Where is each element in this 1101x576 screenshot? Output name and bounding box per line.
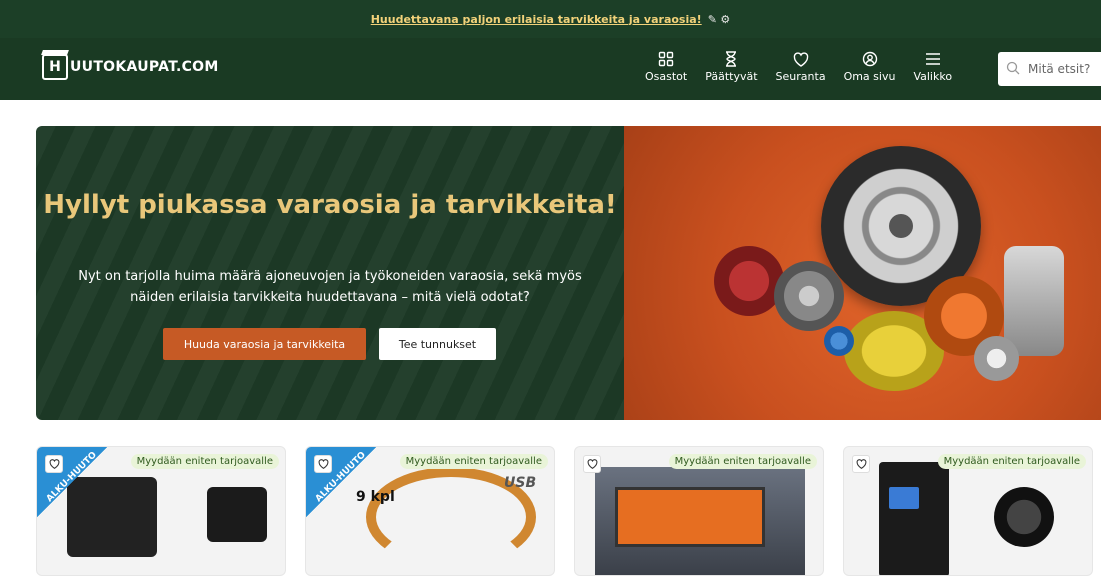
nav-label: Päättyvät bbox=[705, 70, 758, 83]
nav-valikko[interactable]: Valikko bbox=[913, 50, 952, 83]
nav-label: Seuranta bbox=[775, 70, 826, 83]
site-header: H UUTOKAUPAT.COM Osastot Päättyvät Seura… bbox=[0, 38, 1101, 100]
water-pump-image bbox=[1004, 246, 1064, 356]
product-card[interactable]: Myydään eniten tarjoavalle bbox=[574, 446, 824, 576]
hero-image bbox=[624, 126, 1101, 420]
strapping-machine-image bbox=[615, 487, 765, 547]
browse-parts-button[interactable]: Huuda varaosia ja tarvikkeita bbox=[163, 328, 366, 360]
main-nav: Osastot Päättyvät Seuranta Oma sivu Vali… bbox=[645, 50, 970, 83]
heart-icon bbox=[856, 459, 866, 469]
logo-text: UUTOKAUPAT.COM bbox=[70, 59, 219, 75]
search-box[interactable] bbox=[998, 52, 1101, 86]
user-icon bbox=[862, 50, 878, 68]
logo-box-icon: H bbox=[42, 54, 68, 80]
product-image-secondary bbox=[207, 487, 267, 542]
usb-label: USB bbox=[504, 475, 537, 491]
accessory-image bbox=[994, 487, 1054, 547]
sale-type-badge: Myydään eniten tarjoavalle bbox=[937, 454, 1086, 469]
nav-seuranta[interactable]: Seuranta bbox=[776, 50, 826, 83]
product-card[interactable]: ALKU-HUUTO Myydään eniten tarjoavalle bbox=[36, 446, 286, 576]
search-input[interactable] bbox=[1028, 62, 1101, 76]
hero-subtitle: Nyt on tarjolla huima määrä ajoneuvojen … bbox=[78, 269, 582, 305]
announcement-link[interactable]: Huudettavana paljon erilaisia tarvikkeit… bbox=[371, 13, 702, 26]
favorite-button[interactable] bbox=[314, 455, 332, 473]
sale-type-badge: Myydään eniten tarjoavalle bbox=[399, 454, 548, 469]
product-image bbox=[879, 462, 949, 575]
filter-image bbox=[974, 336, 1019, 381]
hero-title: Hyllyt piukassa varaosia ja tarvikkeita! bbox=[43, 190, 617, 220]
announcement-bar: Huudettavana paljon erilaisia tarvikkeit… bbox=[0, 0, 1101, 38]
product-card[interactable]: Myydään eniten tarjoavalle bbox=[843, 446, 1093, 576]
product-cards: ALKU-HUUTO Myydään eniten tarjoavalle 9 … bbox=[36, 446, 1101, 576]
heater-display-image bbox=[889, 487, 919, 509]
sale-type-badge: Myydään eniten tarjoavalle bbox=[668, 454, 817, 469]
wheel-hub-image bbox=[774, 261, 844, 331]
nav-label: Oma sivu bbox=[843, 70, 896, 83]
product-card[interactable]: 9 kpl USB ALKU-HUUTO Myydään eniten tarj… bbox=[305, 446, 555, 576]
logo-letter: H bbox=[49, 59, 61, 75]
nav-oma-sivu[interactable]: Oma sivu bbox=[843, 50, 896, 83]
nav-osastot[interactable]: Osastot bbox=[645, 50, 687, 83]
menu-icon bbox=[925, 50, 941, 68]
site-logo[interactable]: H UUTOKAUPAT.COM bbox=[42, 54, 219, 80]
favorite-button[interactable] bbox=[583, 455, 601, 473]
hourglass-icon bbox=[724, 50, 738, 68]
hero-banner: Hyllyt piukassa varaosia ja tarvikkeita!… bbox=[36, 126, 1101, 420]
sale-type-badge: Myydään eniten tarjoavalle bbox=[130, 454, 279, 469]
nav-paattyvat[interactable]: Päättyvät bbox=[705, 50, 758, 83]
heart-icon bbox=[318, 459, 328, 469]
nav-label: Valikko bbox=[913, 70, 953, 83]
register-button[interactable]: Tee tunnukset bbox=[379, 328, 496, 360]
announcement-icons: ✎ ⚙ bbox=[707, 12, 731, 26]
search-icon bbox=[1006, 60, 1020, 79]
hero-text-panel: Hyllyt piukassa varaosia ja tarvikkeita!… bbox=[36, 126, 624, 420]
heart-icon bbox=[793, 50, 809, 68]
oil-filter-image bbox=[824, 326, 854, 356]
grid-icon bbox=[658, 50, 674, 68]
heart-icon bbox=[587, 459, 597, 469]
favorite-button[interactable] bbox=[852, 455, 870, 473]
heart-icon bbox=[49, 459, 59, 469]
nav-label: Osastot bbox=[645, 70, 688, 83]
favorite-button[interactable] bbox=[45, 455, 63, 473]
brake-caliper-image bbox=[714, 246, 784, 316]
